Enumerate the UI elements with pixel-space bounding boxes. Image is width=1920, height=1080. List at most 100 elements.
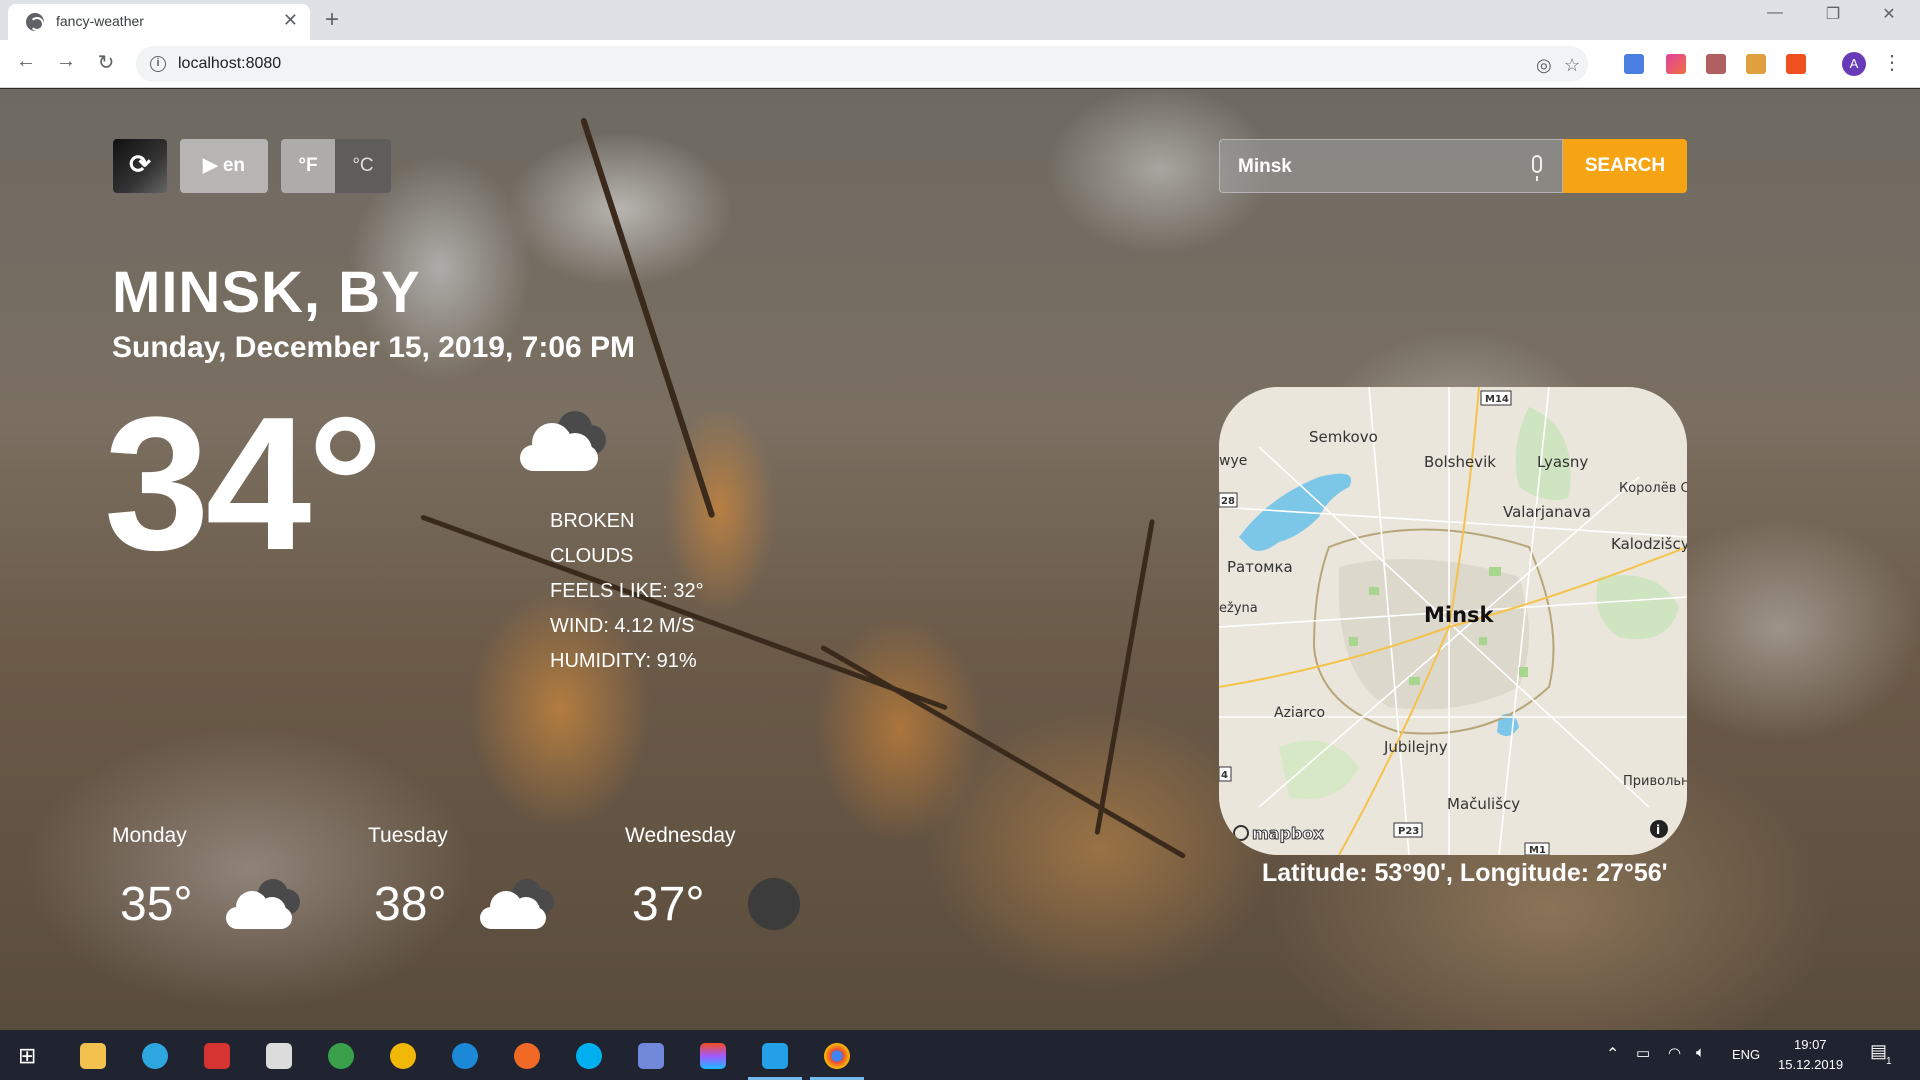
map-label: Aziarco — [1274, 705, 1325, 721]
map-label: Lyasny — [1537, 453, 1588, 471]
info-icon[interactable]: i — [150, 56, 166, 72]
globe-icon — [26, 13, 44, 31]
clock-time[interactable]: 19:07 — [1794, 1037, 1827, 1052]
refresh-icon: ⟳ — [129, 149, 151, 179]
firefox-icon[interactable] — [514, 1043, 540, 1069]
road-label: M14 — [1485, 394, 1509, 405]
location-title: MINSK, BY — [112, 260, 421, 325]
map-label-city: Minsk — [1424, 603, 1495, 627]
wifi-icon[interactable]: ◠ — [1668, 1044, 1681, 1062]
forecast-day: Wednesday — [625, 824, 736, 847]
forward-icon[interactable]: → — [52, 50, 80, 73]
location-icon[interactable]: ◎ — [1536, 55, 1552, 76]
current-datetime: Sunday, December 15, 2019, 7:06 PM — [112, 331, 636, 364]
discord-icon[interactable] — [638, 1043, 664, 1069]
map-canvas[interactable]: Semkovo Bolshevik Lyasny Королёв С Valar… — [1219, 387, 1687, 855]
taskbar: ⊞ ⌃ ▭ ◠ 🔈︎ ENG 19:07 15.12.2019 ▤ 1 — [0, 1030, 1920, 1080]
restore-icon[interactable]: ❐ — [1810, 4, 1856, 24]
refresh-background-button[interactable]: ⟳ — [113, 139, 167, 193]
browser-tab-bar: fancy-weather ✕ + — ❐ ✕ — [0, 0, 1920, 40]
weather-app: ⟳ ▶ en °F °C SEARCH MINSK, BY Sunday, De… — [0, 89, 1920, 1030]
notifications-icon[interactable]: ▤ — [1870, 1041, 1887, 1062]
translate-extension-icon[interactable] — [1624, 54, 1644, 74]
broken-clouds-icon — [480, 879, 556, 931]
svg-text:i: i — [1656, 823, 1660, 837]
download-manager-icon[interactable] — [204, 1043, 230, 1069]
notification-count: 1 — [1886, 1056, 1892, 1067]
calculator-icon[interactable] — [266, 1043, 292, 1069]
language-select[interactable]: ▶ en — [180, 139, 268, 193]
vscode-icon[interactable] — [762, 1043, 788, 1069]
volume-icon[interactable]: 🔈︎ — [1696, 1044, 1705, 1061]
reload-icon[interactable]: ↻ — [92, 50, 120, 75]
map-label: Ратомка — [1227, 558, 1293, 576]
map-attribution: mapbox — [1252, 824, 1324, 843]
tab-title: fancy-weather — [56, 13, 144, 29]
map-label: Semkovo — [1309, 428, 1378, 446]
new-tab-icon[interactable]: + — [325, 6, 339, 34]
road-label: M1 — [1529, 845, 1546, 855]
map-label: Королёв С — [1619, 481, 1687, 496]
telegram-icon[interactable] — [142, 1043, 168, 1069]
road-label: P23 — [1398, 826, 1419, 837]
figma-icon[interactable] — [700, 1043, 726, 1069]
microphone-icon[interactable] — [1532, 155, 1542, 181]
map-label: ežyna — [1219, 601, 1258, 616]
feels-like: FEELS LIKE: 32° — [550, 580, 704, 602]
background-branch — [1094, 519, 1155, 836]
minimize-icon[interactable]: — — [1752, 4, 1798, 22]
forecast-day: Monday — [112, 824, 187, 847]
wind: WIND: 4.12 m/s — [550, 615, 695, 637]
battery-icon[interactable]: ▭ — [1636, 1044, 1650, 1062]
pdf-extension-icon[interactable] — [1706, 54, 1726, 74]
road-label: 28 — [1221, 496, 1235, 507]
coordinates: Latitude: 53°90', Longitude: 27°56' — [1262, 859, 1668, 887]
road-label: 4 — [1221, 770, 1228, 781]
menu-icon[interactable]: ⋮ — [1882, 50, 1902, 75]
close-tab-icon[interactable]: ✕ — [283, 10, 298, 31]
input-language[interactable]: ENG — [1732, 1047, 1760, 1062]
search-input[interactable] — [1238, 154, 1518, 180]
description-line: BROKEN — [550, 510, 635, 532]
language-value: en — [222, 155, 246, 176]
forecast-temp: 38° — [374, 878, 447, 931]
edge-icon[interactable] — [452, 1043, 478, 1069]
back-icon[interactable]: ← — [12, 50, 40, 73]
map-label: wye — [1219, 453, 1247, 469]
background-branch — [820, 644, 1187, 859]
app-icon[interactable] — [328, 1043, 354, 1069]
start-icon[interactable]: ⊞ — [18, 1043, 44, 1069]
app-icon[interactable] — [390, 1043, 416, 1069]
clock-date[interactable]: 15.12.2019 — [1778, 1057, 1843, 1072]
play-icon: ▶ — [202, 155, 223, 176]
fahrenheit-button[interactable]: °F — [281, 139, 335, 193]
address-bar[interactable]: i localhost:8080 ◎ ☆ — [136, 46, 1588, 82]
skype-icon[interactable] — [576, 1043, 602, 1069]
browser-tab[interactable]: fancy-weather ✕ — [8, 4, 310, 40]
toggle-extension-icon[interactable] — [1786, 54, 1806, 74]
broken-clouds-icon — [226, 879, 302, 931]
map-label: Kalodzišcy — [1611, 535, 1687, 553]
description-line: CLOUDS — [550, 545, 634, 567]
file-explorer-icon[interactable] — [80, 1043, 106, 1069]
weather-details: BROKEN CLOUDS FEELS LIKE: 32° WIND: 4.12… — [550, 504, 790, 679]
tool-extension-icon[interactable] — [1746, 54, 1766, 74]
tray-chevron-icon[interactable]: ⌃ — [1606, 1044, 1619, 1064]
moon-icon — [748, 878, 800, 930]
current-temperature: 34° — [104, 378, 383, 590]
map-label: Jubilejny — [1383, 738, 1448, 756]
broken-clouds-icon — [518, 411, 608, 475]
celsius-button[interactable]: °C — [335, 139, 391, 193]
map-label: Mačulišcy — [1447, 795, 1520, 813]
chrome-icon[interactable] — [824, 1043, 850, 1069]
forecast-day: Tuesday — [368, 824, 448, 847]
map-label: Bolshevik — [1424, 453, 1496, 471]
color-extension-icon[interactable] — [1666, 54, 1686, 74]
forecast-temp: 35° — [120, 878, 193, 931]
browser-toolbar: ← → ↻ i localhost:8080 ◎ ☆ A ⋮ — [0, 40, 1920, 88]
search-button[interactable]: SEARCH — [1563, 139, 1687, 193]
bookmark-star-icon[interactable]: ☆ — [1564, 55, 1580, 76]
close-window-icon[interactable]: ✕ — [1866, 4, 1912, 24]
profile-avatar[interactable]: A — [1842, 52, 1866, 76]
location-map[interactable]: Semkovo Bolshevik Lyasny Королёв С Valar… — [1219, 387, 1687, 855]
